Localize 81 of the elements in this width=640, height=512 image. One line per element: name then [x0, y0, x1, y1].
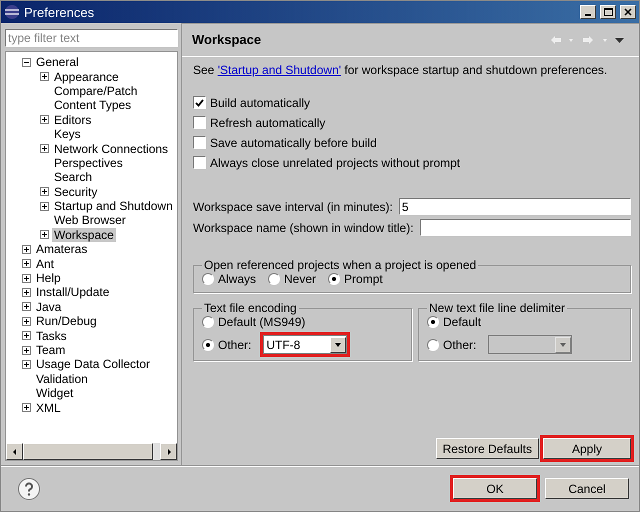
expand-icon[interactable]: [40, 72, 49, 82]
encoding-dropdown[interactable]: UTF-8: [263, 335, 348, 354]
maximize-button[interactable]: [600, 5, 616, 19]
text-field[interactable]: [420, 219, 631, 236]
tree-item[interactable]: Network Connections: [52, 142, 170, 156]
tree-item[interactable]: Install/Update: [34, 285, 112, 300]
maximize-icon: [604, 8, 612, 16]
tree-item[interactable]: Run/Debug: [34, 314, 99, 328]
page-button[interactable]: Restore Defaults: [436, 438, 539, 459]
radio-option[interactable]: Other:: [202, 338, 252, 352]
tree-item[interactable]: Perspectives: [52, 156, 125, 170]
page-title: Workspace: [192, 32, 262, 47]
field-label: Workspace save interval (in minutes):: [193, 200, 393, 214]
minimize-button[interactable]: [580, 5, 596, 19]
field-label: Workspace name (shown in window title):: [193, 220, 414, 234]
radio-option[interactable]: Default: [427, 315, 622, 329]
expand-icon[interactable]: [22, 346, 31, 354]
radio-option[interactable]: Default (MS949): [202, 315, 403, 329]
expand-icon[interactable]: [40, 144, 49, 154]
tree-item[interactable]: Search: [52, 170, 94, 184]
tree-item[interactable]: Validation: [34, 372, 90, 386]
tree-item[interactable]: Usage Data Collector: [34, 357, 152, 372]
tree-item[interactable]: Content Types: [52, 98, 134, 112]
checkbox-option[interactable]: Refresh automatically: [193, 115, 631, 130]
expand-icon[interactable]: [22, 360, 31, 369]
close-button[interactable]: [620, 5, 636, 19]
window-title: Preferences: [24, 4, 96, 20]
app-logo-icon: [4, 4, 20, 20]
tree-item[interactable]: Widget: [34, 386, 76, 400]
expand-icon[interactable]: [22, 288, 31, 297]
expand-icon[interactable]: [40, 115, 49, 124]
tree-item[interactable]: Startup and Shutdown: [52, 199, 175, 214]
filter-field[interactable]: type filter text: [5, 29, 178, 47]
tree-item[interactable]: Editors: [52, 112, 94, 127]
group-title: Open referenced projects when a project is opened: [203, 258, 478, 272]
scroll-left-icon[interactable]: [6, 443, 23, 460]
expand-icon[interactable]: [22, 316, 31, 326]
tree-item[interactable]: Java: [34, 300, 64, 314]
tree-item[interactable]: Ant: [34, 256, 56, 271]
scroll-thumb[interactable]: [23, 443, 153, 460]
page-button[interactable]: Apply: [543, 438, 631, 459]
checkmark-icon: [195, 98, 204, 106]
help-icon[interactable]: [17, 476, 41, 500]
radio-option[interactable]: Always: [202, 272, 256, 286]
tree-item[interactable]: Team: [34, 343, 68, 357]
text-field[interactable]: 5: [398, 198, 631, 215]
expand-icon[interactable]: [40, 202, 49, 211]
tree-item[interactable]: Workspace: [52, 228, 116, 242]
startup-shutdown-link[interactable]: 'Startup and Shutdown': [218, 63, 342, 77]
radio-option[interactable]: Never: [268, 272, 316, 286]
group-title: Text file encoding: [203, 301, 298, 315]
tree-item[interactable]: Amateras: [34, 242, 90, 256]
tree-item[interactable]: Help: [34, 271, 63, 286]
horizontal-scrollbar[interactable]: [6, 443, 177, 460]
expand-icon[interactable]: [22, 403, 31, 412]
tree-item[interactable]: Web Browser: [52, 213, 128, 228]
radio-option[interactable]: Prompt: [328, 272, 383, 286]
tree-item[interactable]: Appearance: [52, 70, 121, 84]
expand-icon[interactable]: [40, 230, 49, 240]
expand-icon[interactable]: [22, 331, 31, 340]
tree-item[interactable]: XML: [34, 400, 63, 415]
expand-icon[interactable]: [40, 187, 49, 196]
tree-item[interactable]: Security: [52, 184, 100, 199]
intro-text: See 'Startup and Shutdown' for workspace startup and shutdown preferences.: [193, 63, 608, 77]
checkbox-option[interactable]: Always close unrelated projects without prompt: [193, 155, 631, 170]
checkbox-option[interactable]: Build automatically: [193, 95, 631, 110]
expand-icon[interactable]: [22, 274, 31, 283]
expand-icon[interactable]: [22, 302, 31, 312]
dialog-button[interactable]: Cancel: [545, 478, 629, 499]
scroll-right-icon[interactable]: [160, 443, 177, 460]
group-title: New text file line delimiter: [428, 301, 566, 315]
close-icon: [624, 8, 632, 16]
checkbox-option[interactable]: Save automatically before build: [193, 135, 631, 150]
collapse-icon[interactable]: [22, 58, 31, 67]
tree-item[interactable]: Compare/Patch: [52, 84, 140, 98]
tree-item[interactable]: Tasks: [34, 328, 69, 343]
expand-icon[interactable]: [22, 244, 31, 254]
dialog-button[interactable]: OK: [453, 478, 537, 499]
tree-item[interactable]: General: [34, 55, 81, 70]
expand-icon[interactable]: [22, 259, 31, 268]
tree-item[interactable]: Keys: [52, 127, 83, 142]
